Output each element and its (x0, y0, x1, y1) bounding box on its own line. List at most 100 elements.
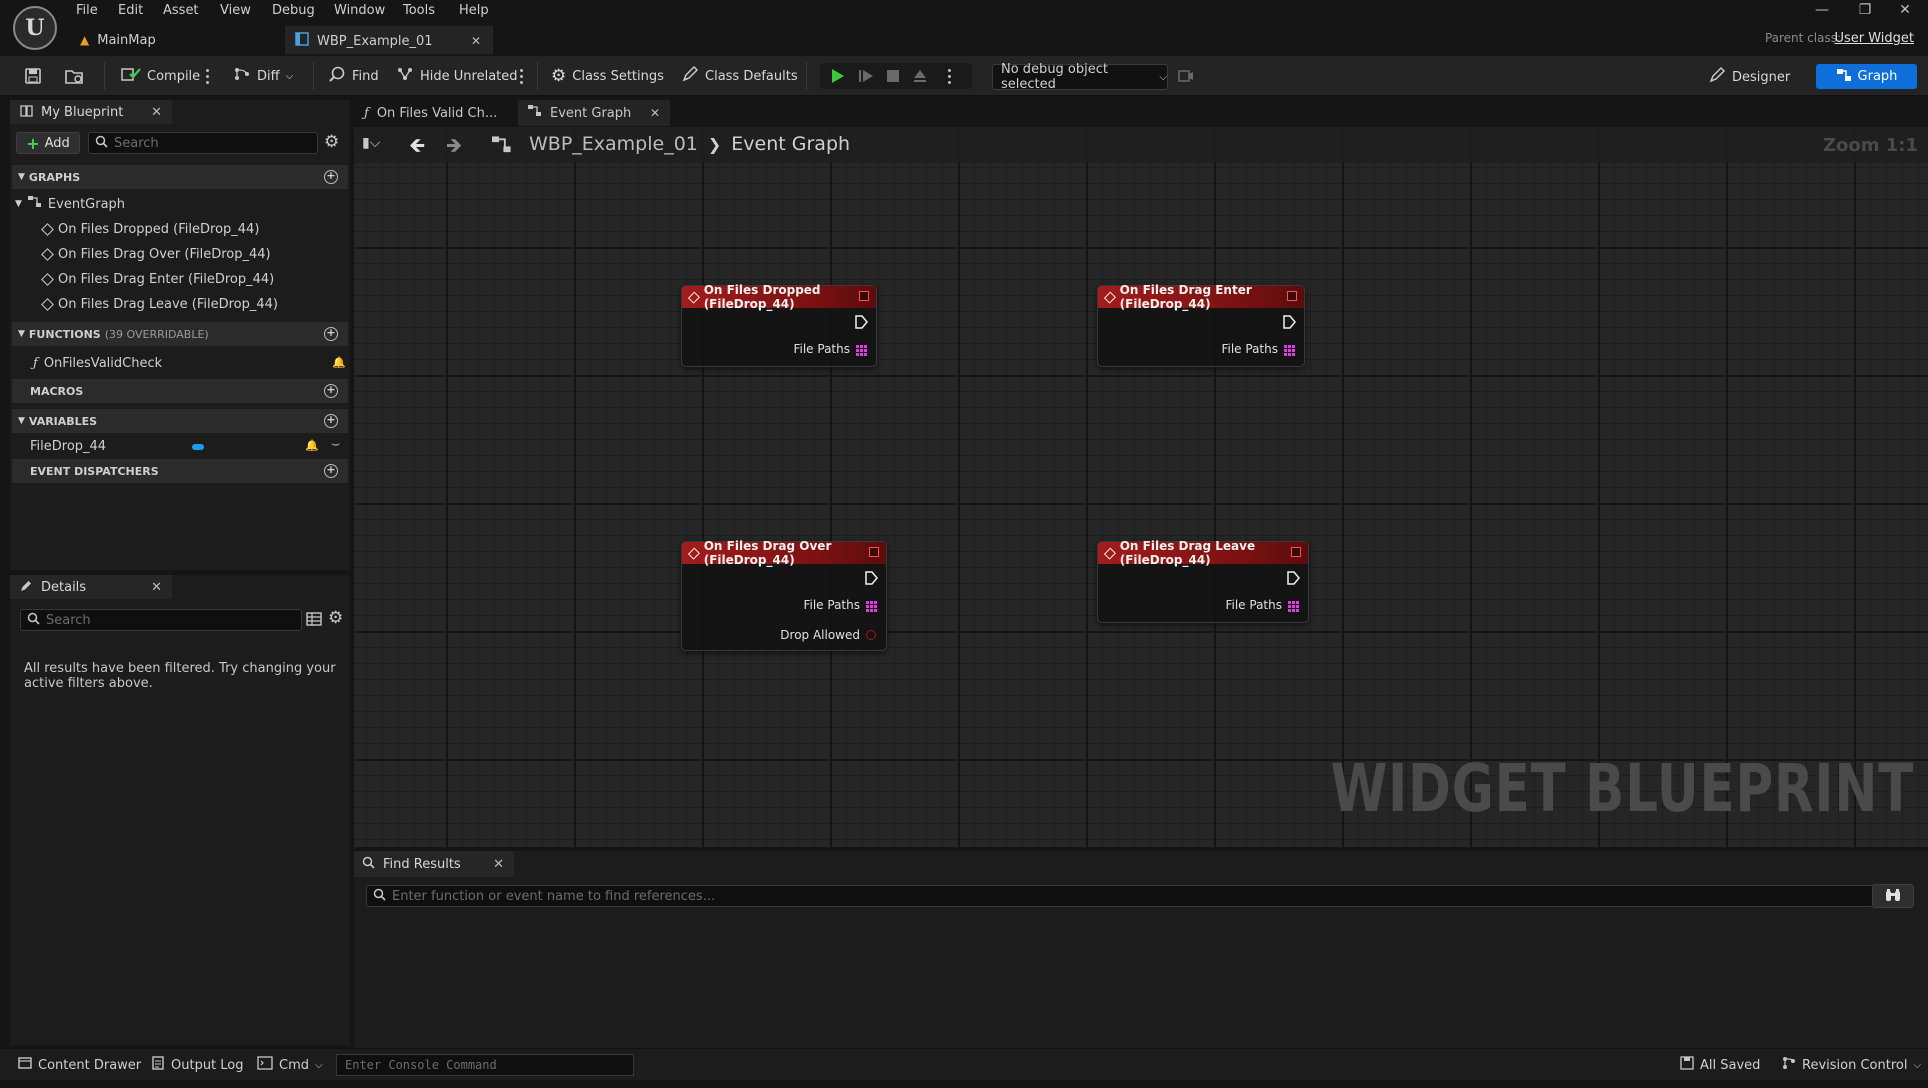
section-graphs[interactable]: ▼ GRAPHS + (12, 165, 348, 189)
event-node-files-dropped[interactable]: On Files Dropped (FileDrop_44) File Path… (681, 283, 877, 367)
minimize-icon[interactable]: — (1812, 2, 1832, 20)
visibility-eye-icon[interactable]: ⌣ (331, 436, 340, 452)
tree-item-event[interactable]: On Files Drag Enter (FileDrop_44) (41, 269, 274, 289)
cmd-select[interactable]: Cmd ⌵ (257, 1055, 323, 1075)
play-options-icon[interactable] (948, 68, 952, 84)
breadcrumb-root[interactable]: WBP_Example_01 (529, 133, 698, 155)
doc-tab-wbp-example[interactable]: WBP_Example_01 ✕ (285, 26, 493, 54)
exec-output-pin[interactable] (1286, 571, 1300, 585)
settings-gear-icon[interactable]: ⚙ (324, 132, 339, 152)
menu-tools[interactable]: Tools (403, 3, 435, 21)
tree-item-function[interactable]: ƒ OnFilesValidCheck (33, 353, 162, 373)
doc-tab-mainmap[interactable]: ▲ MainMap (70, 26, 280, 54)
tree-item-event[interactable]: On Files Drag Leave (FileDrop_44) (41, 294, 278, 314)
close-panel-icon[interactable]: ✕ (493, 857, 504, 872)
menu-edit[interactable]: Edit (118, 3, 143, 21)
close-panel-icon[interactable]: ✕ (151, 580, 162, 595)
exec-output-pin[interactable] (854, 315, 868, 329)
bool-pin[interactable] (866, 630, 876, 640)
my-blueprint-search-input[interactable]: Search (88, 132, 318, 154)
array-pin[interactable] (856, 345, 867, 356)
output-log-button[interactable]: Output Log (151, 1055, 244, 1075)
section-event-dispatchers[interactable]: EVENT DISPATCHERS + (12, 459, 348, 483)
settings-gear-icon[interactable]: ⚙ (328, 608, 343, 628)
diff-button[interactable]: Diff ⌵ (233, 65, 293, 87)
menu-file[interactable]: File (76, 3, 98, 21)
details-tab[interactable]: Details ✕ (10, 575, 172, 599)
revision-control-button[interactable]: Revision Control ⌵ (1782, 1055, 1921, 1075)
all-saved-button[interactable]: All Saved (1680, 1055, 1760, 1075)
array-pin[interactable] (866, 601, 877, 612)
add-button[interactable]: + Add (16, 132, 80, 154)
stop-icon[interactable] (886, 65, 900, 87)
section-macros[interactable]: MACROS + (12, 379, 348, 403)
save-icon[interactable] (24, 65, 42, 87)
play-icon[interactable] (829, 65, 845, 87)
table-view-icon[interactable] (306, 611, 322, 631)
step-icon[interactable] (858, 65, 874, 87)
section-functions[interactable]: ▼ FUNCTIONS (39 OVERRIDABLE) + (12, 322, 348, 346)
delegate-pin[interactable] (859, 291, 869, 301)
class-defaults-button[interactable]: Class Defaults (681, 65, 798, 87)
binoculars-button[interactable] (1872, 884, 1914, 908)
exec-output-pin[interactable] (864, 571, 878, 585)
array-pin[interactable] (1284, 345, 1295, 356)
add-graph-icon[interactable]: + (324, 170, 338, 184)
designer-mode-button[interactable]: Designer (1708, 65, 1790, 89)
graph-mode-button[interactable]: Graph (1816, 64, 1917, 89)
add-label: Add (44, 135, 70, 151)
menu-asset[interactable]: Asset (163, 3, 199, 21)
content-drawer-button[interactable]: Content Drawer (18, 1055, 141, 1075)
menu-view[interactable]: View (220, 3, 251, 21)
details-search-input[interactable]: Search (20, 609, 302, 631)
delegate-pin[interactable] (1287, 291, 1297, 301)
find-button[interactable]: Find (328, 65, 379, 87)
hide-unrelated-options-icon[interactable] (520, 68, 524, 84)
find-references-input[interactable]: Enter function or event name to find ref… (366, 885, 1873, 907)
delegate-pin[interactable] (1291, 547, 1301, 557)
tree-item-event[interactable]: On Files Dropped (FileDrop_44) (41, 219, 259, 239)
tree-item-event-graph[interactable]: ▼ EventGraph (15, 194, 125, 214)
tree-item-event[interactable]: On Files Drag Over (FileDrop_44) (41, 244, 271, 264)
hide-unrelated-button[interactable]: Hide Unrelated (396, 65, 518, 87)
compile-options-icon[interactable] (206, 68, 210, 84)
add-function-icon[interactable]: + (324, 327, 338, 341)
exec-output-pin[interactable] (1282, 315, 1296, 329)
event-node-files-drag-leave[interactable]: On Files Drag Leave (FileDrop_44) File P… (1097, 539, 1309, 623)
section-variables[interactable]: ▼ VARIABLES + (12, 409, 348, 433)
tree-item-variable[interactable]: FileDrop_44 (30, 436, 106, 456)
find-results-tab[interactable]: Find Results ✕ (354, 851, 514, 877)
close-tab-icon[interactable]: ✕ (650, 106, 660, 120)
parent-class-link[interactable]: User Widget (1834, 31, 1914, 46)
eject-icon[interactable] (912, 65, 928, 87)
graph-tab-function[interactable]: ƒ On Files Valid Ch... (354, 100, 518, 126)
collapse-arrow-icon: ▼ (18, 416, 25, 426)
my-blueprint-tab[interactable]: My Blueprint ✕ (10, 100, 172, 124)
menu-debug[interactable]: Debug (272, 3, 315, 21)
event-node-files-drag-over[interactable]: On Files Drag Over (FileDrop_44) File Pa… (681, 539, 887, 651)
browse-folder-icon[interactable] (64, 65, 84, 87)
array-pin[interactable] (1288, 601, 1299, 612)
close-panel-icon[interactable]: ✕ (151, 105, 162, 120)
class-settings-button[interactable]: ⚙ Class Settings (551, 65, 664, 87)
debug-object-select[interactable]: No debug object selected ⌵ (992, 62, 1168, 92)
unreal-logo[interactable]: U (13, 6, 57, 50)
delegate-pin[interactable] (869, 547, 879, 557)
close-window-icon[interactable]: ✕ (1895, 2, 1915, 20)
forward-arrow-icon[interactable]: 🡺 (446, 131, 462, 165)
add-dispatcher-icon[interactable]: + (324, 464, 338, 478)
menu-help[interactable]: Help (459, 3, 489, 21)
compile-button[interactable]: Compile (121, 65, 200, 87)
console-command-input[interactable]: Enter Console Command (336, 1054, 634, 1076)
restore-icon[interactable]: ❐ (1855, 2, 1875, 20)
debug-filter-icon[interactable] (1178, 65, 1194, 87)
menu-window[interactable]: Window (334, 3, 385, 21)
add-macro-icon[interactable]: + (324, 384, 338, 398)
bookmark-icon[interactable]: ▮⌵ (362, 135, 380, 151)
event-node-files-drag-enter[interactable]: On Files Drag Enter (FileDrop_44) File P… (1097, 283, 1305, 367)
close-tab-icon[interactable]: ✕ (471, 34, 481, 48)
add-variable-icon[interactable]: + (324, 414, 338, 428)
graph-tab-event-graph[interactable]: Event Graph ✕ (518, 100, 670, 126)
back-arrow-icon[interactable]: 🡸 (409, 131, 425, 165)
graph-canvas[interactable]: ▮⌵ 🡸 🡺 WBP_Example_01 ❯ Event Graph Zoom… (354, 127, 1928, 847)
